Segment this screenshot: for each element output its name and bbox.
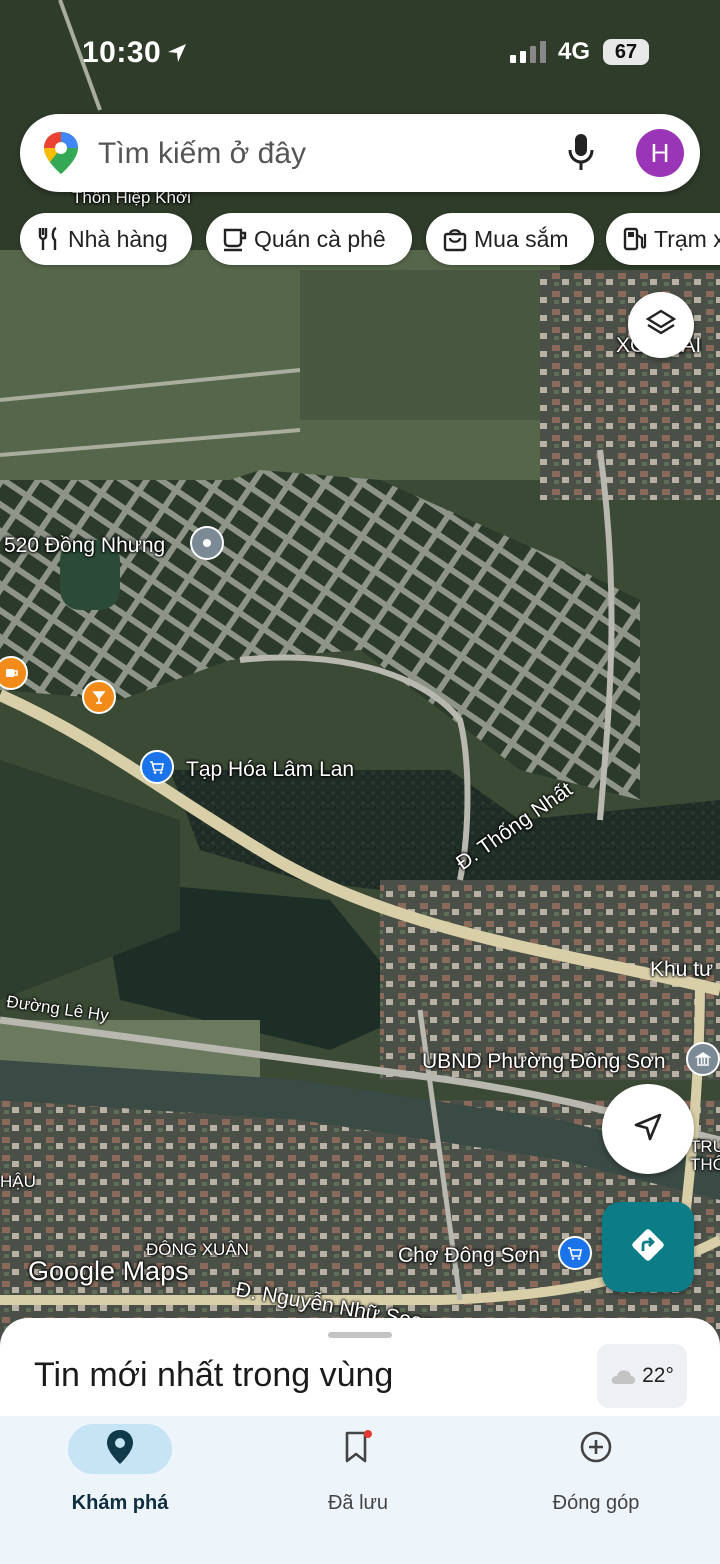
chip-gas-stations[interactable]: Trạm x bbox=[606, 213, 720, 265]
temperature: 22° bbox=[642, 1364, 674, 1387]
chip-cafes-label: Quán cà phê bbox=[254, 225, 386, 252]
nav-explore-label: Khám phá bbox=[71, 1492, 169, 1514]
nav-contribute-label: Đóng góp bbox=[552, 1492, 640, 1514]
map-label-khu-tu: Khu tư bbox=[650, 958, 714, 981]
bottom-navigation: Khám phá Đã lưu Đóng góp bbox=[0, 1416, 720, 1564]
directions-icon bbox=[628, 1225, 668, 1270]
search-input[interactable] bbox=[96, 128, 540, 180]
map-label-ubnd[interactable]: UBND Phường Đông Sơn bbox=[422, 1050, 666, 1074]
map-label-cho-dong-son[interactable]: Chợ Đông Sơn bbox=[398, 1244, 540, 1268]
sheet-title: Tin mới nhất trong vùng bbox=[34, 1356, 394, 1394]
government-poi-icon[interactable] bbox=[686, 1042, 720, 1076]
shop-poi-icon[interactable] bbox=[140, 750, 174, 784]
chip-restaurants[interactable]: Nhà hàng bbox=[20, 213, 192, 265]
latest-news-sheet[interactable]: Tin mới nhất trong vùng 22° bbox=[0, 1318, 720, 1428]
nav-saved[interactable]: Đã lưu bbox=[258, 1424, 458, 1515]
layers-button[interactable] bbox=[628, 292, 694, 358]
map-label-hau: HẬU bbox=[0, 1172, 36, 1191]
status-bar: 10:30 4G 67 bbox=[0, 0, 720, 100]
location-arrow-icon bbox=[166, 42, 188, 69]
nav-contribute-indicator bbox=[544, 1424, 648, 1474]
map-label-trung-thong: TRƯNG THÔNG bbox=[690, 1137, 720, 1174]
signal-icon bbox=[510, 41, 548, 68]
my-location-button[interactable] bbox=[602, 1084, 694, 1174]
chip-shopping-label: Mua sắm bbox=[474, 225, 569, 252]
chip-cafes[interactable]: Quán cà phê bbox=[206, 213, 412, 265]
navigation-arrow-icon bbox=[632, 1111, 664, 1148]
search-bar[interactable]: H bbox=[20, 114, 700, 192]
google-maps-logo: Google Maps bbox=[28, 1256, 189, 1286]
nav-contribute[interactable]: Đóng góp bbox=[496, 1424, 696, 1515]
chip-shopping[interactable]: Mua sắm bbox=[426, 213, 594, 265]
shopping-bag-icon bbox=[442, 226, 468, 252]
nav-saved-label: Đã lưu bbox=[327, 1492, 389, 1514]
coffee-cup-icon bbox=[222, 226, 248, 252]
account-avatar[interactable]: H bbox=[636, 129, 684, 177]
chip-restaurants-label: Nhà hàng bbox=[68, 225, 168, 252]
fork-knife-icon bbox=[36, 226, 62, 252]
bookmark-icon bbox=[343, 1429, 373, 1469]
bar-poi-icon[interactable] bbox=[82, 680, 116, 714]
add-circle-icon bbox=[579, 1430, 613, 1469]
chip-gas-stations-label: Trạm x bbox=[654, 225, 720, 252]
layers-icon bbox=[645, 307, 677, 344]
gas-station-icon bbox=[622, 226, 648, 252]
market-poi-icon[interactable] bbox=[558, 1236, 592, 1270]
microphone-icon[interactable] bbox=[568, 134, 594, 177]
explore-pin-icon bbox=[107, 1429, 133, 1469]
drag-handle[interactable] bbox=[328, 1332, 392, 1338]
nav-explore[interactable]: Khám phá bbox=[20, 1424, 220, 1515]
status-time: 10:30 bbox=[82, 36, 162, 69]
map-label-dong-nhung[interactable]: 520 Đồng Nhưng bbox=[4, 534, 165, 558]
nav-saved-indicator bbox=[306, 1424, 410, 1474]
google-maps-pin-icon bbox=[44, 132, 78, 179]
battery-icon: 67 bbox=[603, 39, 649, 65]
cloud-icon bbox=[610, 1367, 636, 1385]
network-type: 4G bbox=[558, 38, 591, 65]
nav-explore-indicator bbox=[68, 1424, 172, 1474]
place-pin-icon[interactable] bbox=[190, 526, 224, 560]
directions-button[interactable] bbox=[602, 1202, 694, 1292]
map-label-tap-hoa[interactable]: Tạp Hóa Lâm Lan bbox=[186, 758, 354, 782]
weather-badge[interactable]: 22° bbox=[597, 1344, 687, 1408]
